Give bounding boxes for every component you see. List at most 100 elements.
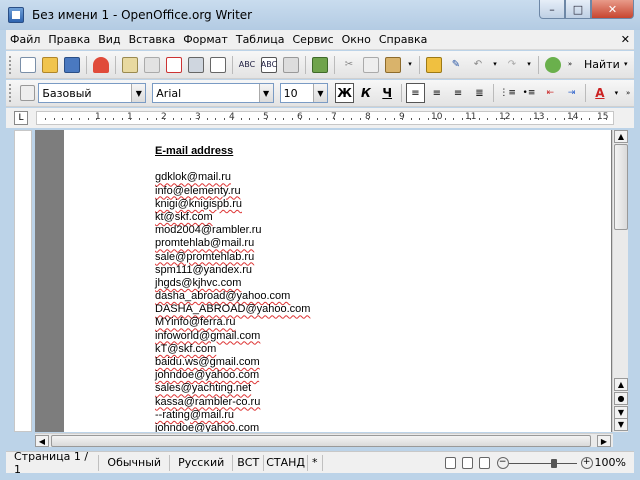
font-name-select[interactable]: Arial ▼ [152,83,274,103]
dropdown-arrow-icon[interactable]: ▾ [407,57,413,73]
italic-button[interactable]: К [356,83,375,103]
toolbar-grip[interactable] [9,55,13,74]
close-document-icon[interactable]: ✕ [621,33,630,46]
document-page[interactable]: E-mail address gdklok@mail.ru info@elemen… [66,130,611,432]
zoom-in-icon[interactable]: + [580,456,593,469]
scroll-down-icon[interactable]: ▲ [614,378,628,391]
email-text: johndoe@yahoo.com [155,369,260,382]
ruler-tick [555,118,556,120]
numbering-icon[interactable]: ⋮≡ [498,83,517,103]
email-icon[interactable] [122,56,138,73]
styles-formatting-icon[interactable] [19,85,36,101]
book-view-icon[interactable] [478,456,490,469]
page-style[interactable]: Обычный [99,454,171,471]
dropdown-arrow-icon[interactable]: ▾ [614,85,620,101]
export-pdf-icon[interactable] [166,56,182,73]
scroll-up-icon[interactable]: ▲ [614,130,628,143]
open-folder-icon[interactable] [42,56,58,73]
vertical-scrollbar[interactable]: ▲ ▲ ● ▼ ▼ [612,130,628,432]
zoom-knob[interactable] [550,458,557,468]
bullets-icon[interactable]: •≡ [519,83,538,103]
chevron-down-icon[interactable]: ▼ [258,84,273,102]
horizontal-ruler[interactable]: 1 1 2 3 4 5 6 7 8 9 10 11 12 13 14 15 [36,111,614,125]
menu-tools[interactable]: Сервис [289,33,338,46]
save-icon[interactable] [64,56,80,73]
print-icon[interactable] [188,56,204,73]
close-button[interactable]: ✕ [591,0,634,19]
toolbar-overflow-icon[interactable]: ▾ [623,57,629,73]
zoom-level[interactable]: 100% [587,455,634,471]
clone-formatting-icon[interactable] [426,56,442,73]
decrease-indent-icon[interactable]: ⇤ [541,83,560,103]
zoom-out-icon[interactable]: − [496,456,509,469]
font-size-select[interactable]: 10 ▼ [279,83,328,103]
menu-view[interactable]: Вид [94,33,124,46]
zoom-slider[interactable]: − + [496,455,593,471]
paragraph-style-select[interactable]: Базовый ▼ [38,83,147,103]
ruler-tick [376,118,378,120]
menu-table[interactable]: Таблица [232,33,289,46]
align-center-button[interactable]: ≡ [427,83,446,103]
paste-icon[interactable] [385,56,401,73]
bold-button[interactable]: Ж [334,83,355,103]
menu-edit[interactable]: Правка [44,33,94,46]
tab-stop-selector[interactable]: L [14,111,28,125]
redo-icon[interactable]: ↷ [504,57,520,73]
document-area[interactable]: E-mail address gdklok@mail.ru info@elemen… [35,130,613,432]
increase-indent-icon[interactable]: ⇥ [562,83,581,103]
single-page-view-icon[interactable] [444,456,456,469]
toolbar-separator [232,55,233,74]
toolbar-grip[interactable] [9,84,13,102]
email-text: baidu.ws@gmail.com [155,356,260,368]
horizontal-scrollbar[interactable]: ◀ ▶ [35,433,613,447]
new-document-icon[interactable] [20,56,36,73]
scroll-bottom-icon[interactable]: ▼ [614,418,628,431]
ruler-tick [538,118,539,120]
menu-format[interactable]: Формат [179,33,232,46]
navigator-icon[interactable] [545,56,561,73]
edit-mode-icon[interactable] [144,56,160,73]
toolbar-overflow-icon[interactable]: » [625,85,631,101]
align-right-button[interactable]: ≡ [448,83,467,103]
scroll-left-icon[interactable]: ◀ [35,435,49,447]
selection-mode[interactable]: СТАНД [264,454,309,471]
insert-mode[interactable]: ВСТ [233,454,265,471]
vertical-ruler[interactable] [14,130,32,432]
maximize-button[interactable]: □ [565,0,591,19]
two-page-view-icon[interactable] [461,456,473,469]
language[interactable]: Русский [170,454,234,471]
font-color-icon[interactable]: A [590,83,609,103]
navigation-icon[interactable]: ● [614,392,628,405]
page-preview-icon[interactable] [210,56,226,73]
menu-help[interactable]: Справка [375,33,431,46]
edit-file-icon[interactable] [93,56,109,73]
vertical-scroll-thumb[interactable] [614,144,628,230]
document-text[interactable]: E-mail address gdklok@mail.ru info@elemen… [155,145,310,432]
underline-button[interactable]: Ч [378,83,397,103]
writer-app-icon [8,7,24,23]
word-count-icon[interactable] [283,56,299,73]
menu-insert[interactable]: Вставка [125,33,180,46]
spellcheck-icon[interactable]: ABC [239,57,255,73]
minimize-button[interactable]: – [539,0,565,19]
align-left-button[interactable]: ≡ [405,83,426,103]
menu-window[interactable]: Окно [338,33,375,46]
status-spacer [323,455,442,471]
page-indicator[interactable]: Страница 1 / 1 [6,450,100,476]
export-icon[interactable] [312,56,328,73]
scroll-right-icon[interactable]: ▶ [597,435,611,447]
chevron-down-icon[interactable]: ▼ [312,84,327,102]
justify-button[interactable]: ≣ [470,83,489,103]
toolbar-overflow-icon[interactable]: » [567,57,573,73]
cut-icon[interactable]: ✂ [341,57,357,73]
menu-file[interactable]: Файл [6,33,44,46]
dropdown-arrow-icon[interactable]: ▾ [526,57,532,73]
copy-icon[interactable] [363,56,379,73]
undo-icon[interactable]: ↶ [470,57,486,73]
find-label[interactable]: Найти [584,58,620,71]
paintbrush-icon[interactable]: ✎ [448,57,464,73]
chevron-down-icon[interactable]: ▼ [131,84,146,102]
horizontal-scroll-thumb[interactable] [51,435,591,447]
dropdown-arrow-icon[interactable]: ▾ [492,57,498,73]
autospellcheck-icon[interactable]: ABC [261,56,277,73]
